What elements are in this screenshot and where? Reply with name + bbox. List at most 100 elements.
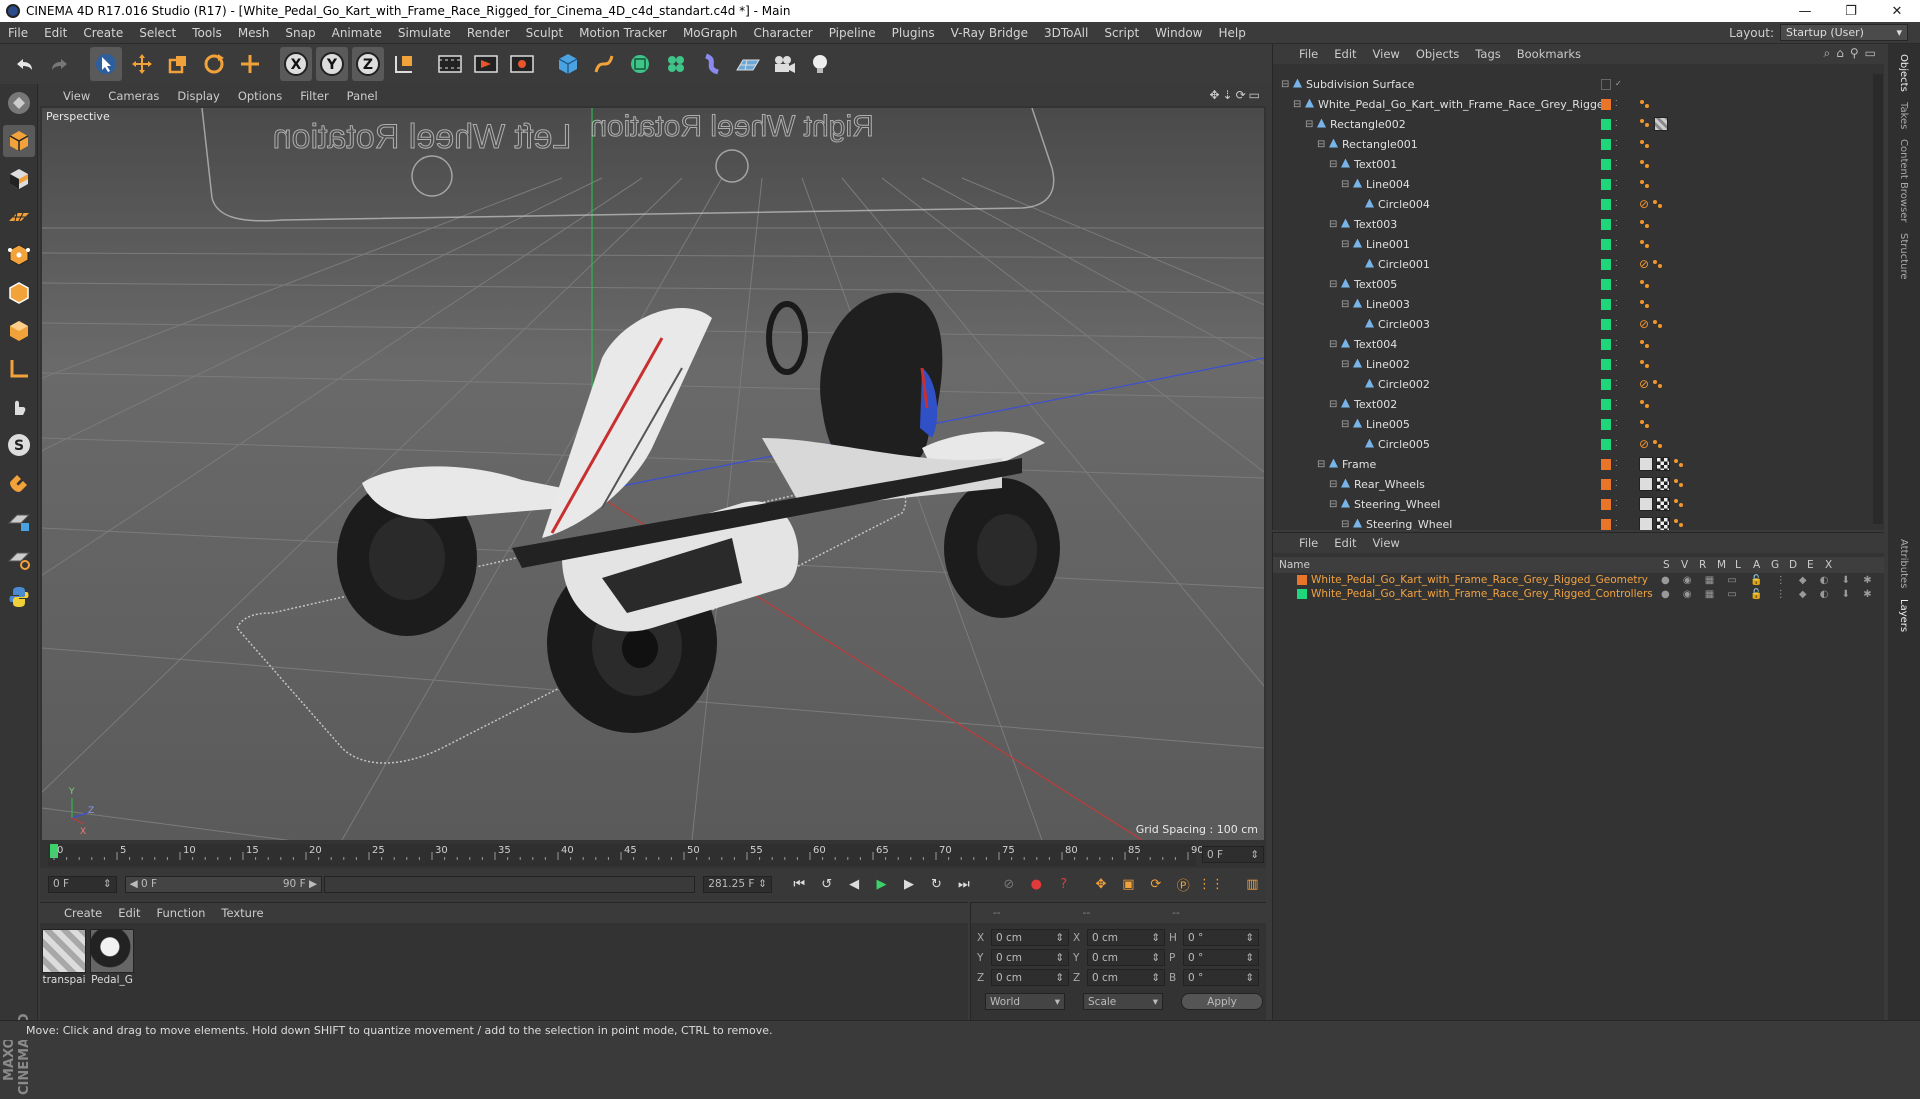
layer-row[interactable]: White_Pedal_Go_Kart_with_Frame_Race_Grey… bbox=[1273, 587, 1884, 601]
goto-start-button[interactable]: ⏮ bbox=[788, 872, 811, 896]
xpresso-tag-icon[interactable] bbox=[1639, 338, 1651, 350]
object-row[interactable]: ⊟ Line004 ⁚ bbox=[1273, 174, 1885, 194]
expand-collapse-icon[interactable]: ⊟ bbox=[1329, 279, 1337, 290]
material-menu-create[interactable]: Create bbox=[56, 906, 110, 920]
make-editable-button[interactable] bbox=[3, 87, 35, 119]
scale-tool-button[interactable] bbox=[162, 47, 194, 81]
protection-tag-icon[interactable]: ⊘ bbox=[1639, 378, 1649, 390]
layer-color-chip[interactable] bbox=[1601, 158, 1611, 170]
timeline-window-button[interactable]: ▥ bbox=[1241, 872, 1264, 896]
object-name[interactable]: Line005 bbox=[1353, 418, 1410, 431]
search-icon[interactable]: ⌕ bbox=[1824, 46, 1831, 61]
material-menu-function[interactable]: Function bbox=[149, 906, 214, 920]
timeline-current-frame-field[interactable]: 0 F ⇕ bbox=[1202, 846, 1264, 863]
protection-tag-icon[interactable]: ⊘ bbox=[1639, 438, 1649, 450]
layer-color-chip[interactable] bbox=[1601, 198, 1611, 210]
menu-script[interactable]: Script bbox=[1096, 26, 1147, 40]
expand-collapse-icon[interactable]: ⊟ bbox=[1329, 339, 1337, 350]
object-row[interactable]: ⊟ Steering_Wheel ⁚ bbox=[1273, 514, 1885, 530]
tab-structure[interactable]: Structure bbox=[1898, 233, 1909, 280]
object-name[interactable]: Circle003 bbox=[1365, 318, 1430, 331]
expand-collapse-icon[interactable]: ⊟ bbox=[1329, 479, 1337, 490]
visibility-dots-icon[interactable]: ⁚ bbox=[1615, 459, 1621, 470]
coordinate-mode-dropdown[interactable]: World ▾ bbox=[985, 993, 1065, 1010]
object-name[interactable]: Subdivision Surface bbox=[1293, 78, 1414, 91]
layout-dropdown[interactable]: Startup (User) ▾ bbox=[1780, 24, 1908, 41]
visibility-dots-icon[interactable]: ⁚ bbox=[1615, 279, 1621, 290]
undo-button[interactable] bbox=[8, 47, 40, 81]
add-light-button[interactable] bbox=[804, 47, 836, 81]
toggle-view-icon[interactable]: ▭ bbox=[1249, 88, 1260, 102]
key-scale-button[interactable]: ▣ bbox=[1117, 872, 1140, 896]
expand-collapse-icon[interactable]: ⊟ bbox=[1341, 359, 1349, 370]
xpresso-tag-icon[interactable] bbox=[1639, 238, 1651, 250]
expand-collapse-icon[interactable]: ⊟ bbox=[1341, 239, 1349, 250]
edges-mode-button[interactable] bbox=[3, 277, 35, 309]
key-position-button[interactable]: ✥ bbox=[1089, 872, 1112, 896]
expand-collapse-icon[interactable]: ⊟ bbox=[1341, 299, 1349, 310]
expand-collapse-icon[interactable]: ⊟ bbox=[1329, 399, 1337, 410]
material-swatch-pedal[interactable]: Pedal_G bbox=[90, 929, 134, 986]
visibility-dots-icon[interactable]: ⁚ bbox=[1615, 479, 1621, 490]
visibility-dots-icon[interactable]: ⁚ bbox=[1615, 439, 1621, 450]
object-row[interactable]: ⊟ Line002 ⁚ bbox=[1273, 354, 1885, 374]
object-row[interactable]: ⊟ Text001 ⁚ bbox=[1273, 154, 1885, 174]
size-x-field[interactable]: 0 cm ⇕ bbox=[1087, 929, 1165, 946]
workplane-button[interactable] bbox=[3, 201, 35, 233]
object-row[interactable]: Circle003 ⁚ ⊘ bbox=[1273, 314, 1885, 334]
add-cube-button[interactable] bbox=[552, 47, 584, 81]
layer-color-swatch[interactable] bbox=[1297, 589, 1307, 599]
object-row[interactable]: Circle004 ⁚ ⊘ bbox=[1273, 194, 1885, 214]
object-name[interactable]: Line002 bbox=[1353, 358, 1410, 371]
layer-color-chip[interactable] bbox=[1601, 358, 1611, 370]
grid-lock-button[interactable] bbox=[3, 505, 35, 537]
y-axis-lock-button[interactable]: Y bbox=[316, 47, 348, 81]
orbit-view-icon[interactable]: ⟳ bbox=[1236, 88, 1246, 102]
goto-prev-frame-button[interactable]: ◀ bbox=[842, 872, 865, 896]
object-name[interactable]: Line003 bbox=[1353, 298, 1410, 311]
expand-collapse-icon[interactable]: ⊟ bbox=[1341, 519, 1349, 530]
tweak-mode-button[interactable] bbox=[3, 391, 35, 423]
menu-mesh[interactable]: Mesh bbox=[230, 26, 278, 40]
object-row[interactable]: Circle002 ⁚ ⊘ bbox=[1273, 374, 1885, 394]
object-name[interactable]: Circle005 bbox=[1365, 438, 1430, 451]
expand-collapse-icon[interactable]: ⊟ bbox=[1329, 219, 1337, 230]
layer-color-chip[interactable] bbox=[1601, 138, 1611, 150]
frame-range-slider[interactable]: ◀ 0 F 90 F ▶ bbox=[124, 875, 323, 893]
visibility-dots-icon[interactable]: ⁚ bbox=[1615, 159, 1621, 170]
object-name[interactable]: Rectangle001 bbox=[1329, 138, 1418, 151]
texture-tag-icon[interactable] bbox=[1656, 517, 1670, 530]
x-axis-lock-button[interactable]: X bbox=[280, 47, 312, 81]
visibility-dots-icon[interactable]: ⁚ bbox=[1615, 399, 1621, 410]
xpresso-tag-icon[interactable] bbox=[1639, 418, 1651, 430]
material-menu-edit[interactable]: Edit bbox=[110, 906, 148, 920]
record-keys-off-button[interactable]: ⊘ bbox=[997, 872, 1020, 896]
tab-layers[interactable]: Layers bbox=[1898, 599, 1909, 632]
xpresso-tag-icon[interactable] bbox=[1673, 477, 1685, 489]
rotate-tool-button[interactable] bbox=[198, 47, 230, 81]
python-button[interactable] bbox=[3, 581, 35, 613]
texture-tag-icon[interactable] bbox=[1656, 497, 1670, 511]
menu-pipeline[interactable]: Pipeline bbox=[821, 26, 884, 40]
rotation-p-field[interactable]: 0 ° ⇕ bbox=[1183, 949, 1259, 966]
layer-color-chip[interactable] bbox=[1601, 458, 1611, 470]
object-name[interactable]: Text004 bbox=[1341, 338, 1397, 351]
layer-menu-view[interactable]: View bbox=[1365, 536, 1408, 550]
visibility-dots-icon[interactable]: ⁚ bbox=[1615, 499, 1621, 510]
add-deformer-button[interactable] bbox=[696, 47, 728, 81]
object-row[interactable]: ⊟ Rear_Wheels ⁚ bbox=[1273, 474, 1885, 494]
object-row[interactable]: ⊟ Steering_Wheel ⁚ bbox=[1273, 494, 1885, 514]
object-row[interactable]: ⊟ Line001 ⁚ bbox=[1273, 234, 1885, 254]
menu-file[interactable]: File bbox=[0, 26, 36, 40]
visibility-dots-icon[interactable]: ⁚ bbox=[1615, 339, 1621, 350]
visibility-dots-icon[interactable]: ⁚ bbox=[1615, 359, 1621, 370]
material-tag-icon[interactable] bbox=[1639, 517, 1653, 530]
layer-color-chip[interactable] bbox=[1601, 178, 1611, 190]
expand-collapse-icon[interactable]: ⊟ bbox=[1317, 139, 1325, 150]
expand-collapse-icon[interactable]: ⊟ bbox=[1281, 79, 1289, 90]
object-row[interactable]: ⊟ Line003 ⁚ bbox=[1273, 294, 1885, 314]
viewport-menu-view[interactable]: View bbox=[54, 89, 99, 103]
xpresso-tag-icon[interactable] bbox=[1639, 278, 1651, 290]
goto-next-frame-button[interactable]: ▶ bbox=[897, 872, 920, 896]
pan-view-icon[interactable]: ✥ bbox=[1209, 88, 1219, 102]
